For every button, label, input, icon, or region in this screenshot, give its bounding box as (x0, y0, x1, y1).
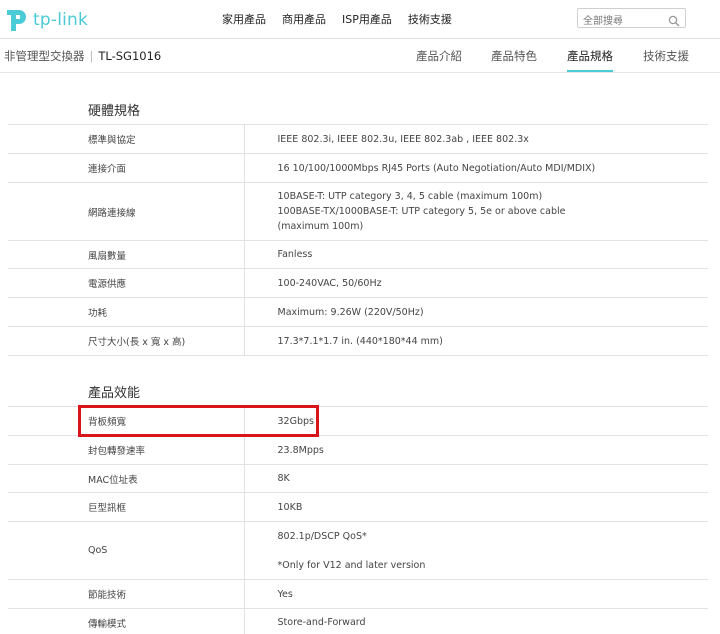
spec-key: 標準與協定 (8, 124, 245, 154)
highlight-box (78, 405, 319, 437)
spec-key: QoS (8, 521, 245, 580)
spec-value-spacer (278, 544, 599, 558)
nav-isp-products[interactable]: ISP用產品 (342, 11, 392, 27)
spec-value: 8K (244, 464, 708, 493)
spec-value-line: 100BASE-TX/1000BASE-T: UTP category 5, 5… (277, 206, 566, 232)
tab-support[interactable]: 技術支援 (643, 48, 689, 72)
spec-key: MAC位址表 (8, 464, 245, 493)
spec-value: Yes (244, 579, 708, 609)
performance-spec-table: 背板頻寬 32Gbps 封包轉發速率 23.8Mpps MAC位址表 8K 巨型… (8, 406, 708, 634)
spec-key: 連接介面 (8, 153, 245, 183)
table-row: 電源供應 100-240VAC, 50/60Hz (8, 268, 708, 298)
product-subbar: 非管理型交換器 | TL-SG1016 產品介紹 產品特色 產品規格 技術支援 (0, 39, 720, 72)
tab-overview[interactable]: 產品介紹 (416, 48, 462, 72)
site-header: tp-link 家用產品 商用產品 ISP用產品 技術支援 (0, 0, 720, 38)
top-nav: 家用產品 商用產品 ISP用產品 技術支援 (222, 11, 468, 27)
spec-value-line: 10BASE-T: UTP category 3, 4, 5 cable (ma… (277, 191, 543, 202)
table-row: 標準與協定 IEEE 802.3i, IEEE 802.3u, IEEE 802… (8, 124, 708, 154)
table-row: 功耗 Maximum: 9.26W (220V/50Hz) (8, 297, 708, 327)
logo-text: tp-link (33, 10, 89, 30)
spec-value-line: 802.1p/DSCP QoS* (277, 530, 367, 542)
tab-features[interactable]: 產品特色 (491, 48, 537, 72)
table-row: QoS 802.1p/DSCP QoS* *Only for V12 and l… (8, 521, 708, 580)
table-row: 封包轉發速率 23.8Mpps (8, 435, 708, 465)
table-row: 風扇數量 Fanless (8, 240, 708, 269)
spec-value: 17.3*7.1*1.7 in. (440*180*44 mm) (244, 326, 708, 356)
spec-value: IEEE 802.3i, IEEE 802.3u, IEEE 802.3ab ,… (244, 124, 708, 154)
subbar-divider (0, 72, 720, 73)
table-row: 網路連接線 10BASE-T: UTP category 3, 4, 5 cab… (8, 182, 708, 241)
spec-value: 802.1p/DSCP QoS* *Only for V12 and later… (244, 521, 708, 580)
spec-key: 風扇數量 (8, 240, 245, 269)
breadcrumb-model: TL-SG1016 (98, 49, 162, 63)
spec-key: 巨型訊框 (8, 492, 245, 522)
table-row: 尺寸大小(長 x 寬 x 高) 17.3*7.1*1.7 in. (440*18… (8, 326, 708, 356)
search-icon[interactable] (668, 12, 680, 31)
spec-value: Fanless (244, 240, 708, 269)
spec-value: 23.8Mpps (244, 435, 708, 465)
nav-support[interactable]: 技術支援 (408, 11, 452, 27)
breadcrumb-category[interactable]: 非管理型交換器 (4, 49, 85, 63)
tab-specifications[interactable]: 產品規格 (567, 48, 613, 72)
breadcrumb-separator: | (89, 49, 94, 63)
table-row: MAC位址表 8K (8, 464, 708, 493)
table-row: 傳輸模式 Store-and-Forward (8, 608, 708, 634)
breadcrumb: 非管理型交換器 | TL-SG1016 (4, 48, 161, 64)
spec-value: 10BASE-T: UTP category 3, 4, 5 cable (ma… (244, 182, 708, 241)
search-input[interactable] (578, 12, 663, 31)
nav-home-products[interactable]: 家用產品 (222, 11, 266, 27)
table-row: 巨型訊框 10KB (8, 492, 708, 522)
hardware-spec-table: 標準與協定 IEEE 802.3i, IEEE 802.3u, IEEE 802… (8, 124, 708, 356)
tp-link-logo-icon (7, 10, 26, 31)
nav-business-products[interactable]: 商用產品 (282, 11, 326, 27)
spec-value: Store-and-Forward (244, 608, 708, 634)
search-box (577, 8, 686, 31)
spec-key: 節能技術 (8, 579, 245, 609)
tp-link-logo[interactable]: tp-link (4, 7, 88, 33)
spec-value: 16 10/100/1000Mbps RJ45 Ports (Auto Nego… (244, 153, 708, 183)
table-row: 節能技術 Yes (8, 579, 708, 609)
spec-value-line: *Only for V12 and later version (277, 559, 426, 571)
performance-section-title: 產品效能 (88, 386, 141, 401)
spec-key: 尺寸大小(長 x 寬 x 高) (8, 326, 245, 356)
table-row: 連接介面 16 10/100/1000Mbps RJ45 Ports (Auto… (8, 153, 708, 183)
spec-key: 電源供應 (8, 268, 245, 298)
hardware-section-title: 硬體規格 (88, 104, 141, 119)
spec-value: 10KB (244, 492, 708, 522)
spec-value: 100-240VAC, 50/60Hz (244, 268, 708, 298)
spec-value: Maximum: 9.26W (220V/50Hz) (244, 297, 708, 327)
spec-key: 網路連接線 (8, 182, 245, 241)
spec-key: 傳輸模式 (8, 608, 245, 634)
spec-key: 封包轉發速率 (8, 435, 245, 465)
spec-key: 功耗 (8, 297, 245, 327)
